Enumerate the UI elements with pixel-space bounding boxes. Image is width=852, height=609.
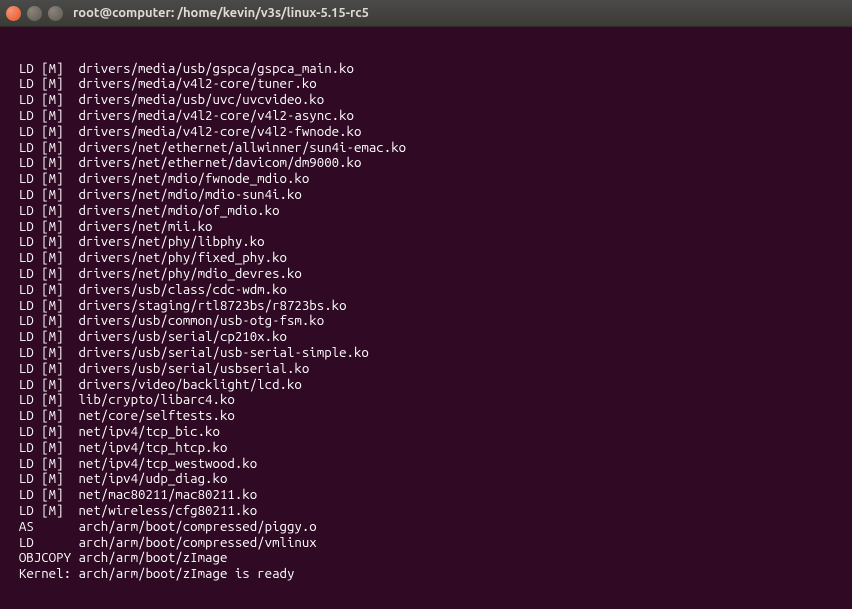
terminal-body[interactable]: LD [M] drivers/media/usb/gspca/gspca_mai… [0,27,852,609]
output-line: LD [M] drivers/media/v4l2-core/v4l2-fwno… [4,124,848,140]
output-line: OBJCOPY arch/arm/boot/zImage [4,550,848,566]
window-title: root@computer: /home/kevin/v3s/linux-5.1… [73,6,369,20]
output-line: LD [M] drivers/net/phy/mdio_devres.ko [4,266,848,282]
output-line: LD [M] drivers/net/mdio/mdio-sun4i.ko [4,187,848,203]
maximize-icon[interactable] [48,6,63,21]
output-line: LD [M] net/ipv4/udp_diag.ko [4,471,848,487]
output-line: LD [M] drivers/net/ethernet/allwinner/su… [4,140,848,156]
output-line: LD [M] drivers/usb/serial/cp210x.ko [4,329,848,345]
output-line: LD [M] drivers/media/v4l2-core/v4l2-asyn… [4,108,848,124]
output-line: LD [M] drivers/net/mii.ko [4,219,848,235]
output-line: AS arch/arm/boot/compressed/piggy.o [4,519,848,535]
titlebar[interactable]: root@computer: /home/kevin/v3s/linux-5.1… [0,0,852,27]
output-line: LD [M] lib/crypto/libarc4.ko [4,392,848,408]
minimize-icon[interactable] [27,6,42,21]
output-line: LD [M] drivers/usb/class/cdc-wdm.ko [4,282,848,298]
output-line: LD [M] drivers/net/ethernet/davicom/dm90… [4,155,848,171]
output-line: LD [M] net/mac80211/mac80211.ko [4,487,848,503]
output-line: LD [M] drivers/usb/serial/usbserial.ko [4,361,848,377]
output-line: LD arch/arm/boot/compressed/vmlinux [4,535,848,551]
window-controls [6,6,63,21]
output-line: LD [M] drivers/media/usb/gspca/gspca_mai… [4,61,848,77]
output-line: LD [M] drivers/net/mdio/fwnode_mdio.ko [4,171,848,187]
output-line: LD [M] net/core/selftests.ko [4,408,848,424]
output-line: LD [M] drivers/usb/serial/usb-serial-sim… [4,345,848,361]
output-line: Kernel: arch/arm/boot/zImage is ready [4,566,848,582]
output-line: LD [M] net/ipv4/tcp_htcp.ko [4,440,848,456]
output-line: LD [M] drivers/staging/rtl8723bs/r8723bs… [4,298,848,314]
output-line: LD [M] drivers/media/usb/uvc/uvcvideo.ko [4,92,848,108]
output-line: LD [M] drivers/net/phy/fixed_phy.ko [4,250,848,266]
output-line: LD [M] drivers/media/v4l2-core/tuner.ko [4,76,848,92]
close-icon[interactable] [6,6,21,21]
terminal-output: LD [M] drivers/media/usb/gspca/gspca_mai… [4,61,848,582]
output-line: LD [M] net/ipv4/tcp_westwood.ko [4,456,848,472]
output-line: LD [M] drivers/usb/common/usb-otg-fsm.ko [4,313,848,329]
output-line: LD [M] drivers/net/mdio/of_mdio.ko [4,203,848,219]
output-line: LD [M] net/ipv4/tcp_bic.ko [4,424,848,440]
output-line: LD [M] net/wireless/cfg80211.ko [4,503,848,519]
terminal-window: root@computer: /home/kevin/v3s/linux-5.1… [0,0,852,609]
output-line: LD [M] drivers/net/phy/libphy.ko [4,234,848,250]
output-line: LD [M] drivers/video/backlight/lcd.ko [4,377,848,393]
